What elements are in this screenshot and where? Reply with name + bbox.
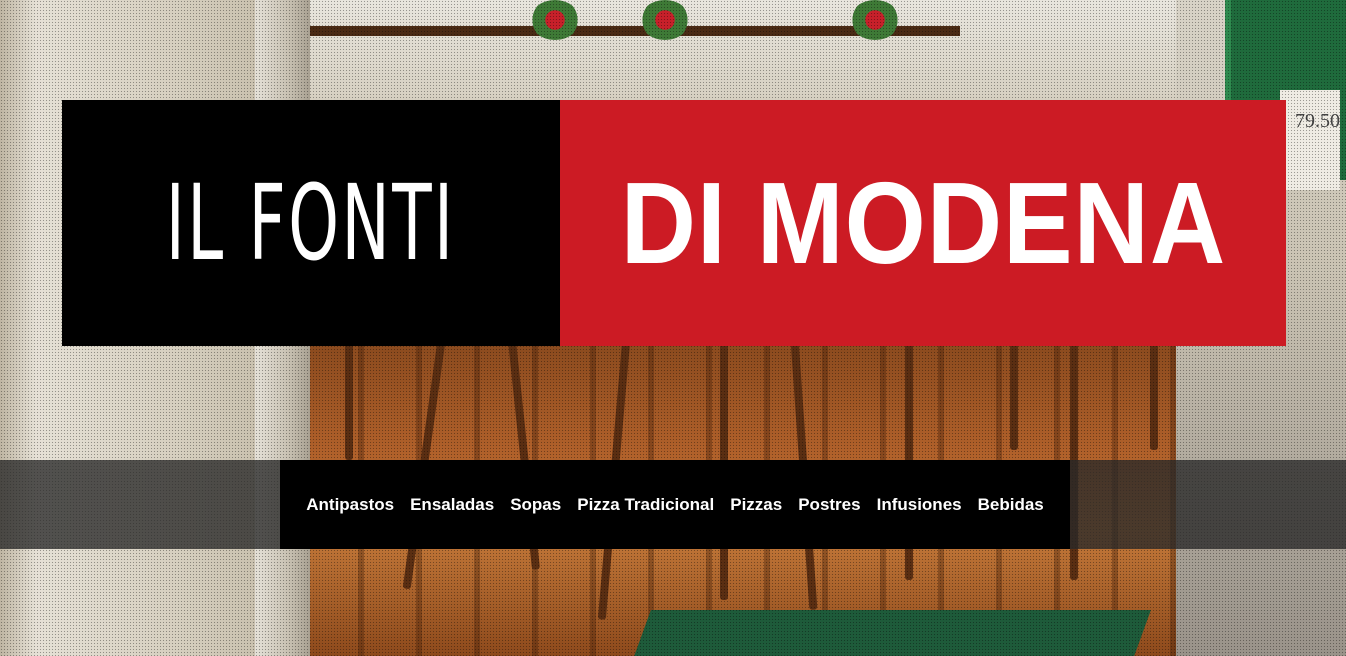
logo-text-di-modena: DI MODENA [620, 158, 1226, 288]
logo-right-panel: DI MODENA [560, 100, 1286, 346]
nav-link-sopas[interactable]: Sopas [510, 495, 561, 515]
background-flowers [850, 0, 900, 40]
background-carpet [629, 610, 1151, 656]
background-menu-board-price: 79.50 [1280, 90, 1340, 190]
main-navigation: Antipastos Ensaladas Sopas Pizza Tradici… [280, 460, 1070, 549]
nav-link-postres[interactable]: Postres [798, 495, 860, 515]
nav-link-pizzas[interactable]: Pizzas [730, 495, 782, 515]
nav-link-bebidas[interactable]: Bebidas [978, 495, 1044, 515]
background-chair-leg [1010, 340, 1018, 450]
nav-link-ensaladas[interactable]: Ensaladas [410, 495, 494, 515]
nav-link-pizza-tradicional[interactable]: Pizza Tradicional [577, 495, 714, 515]
background-flowers [640, 0, 690, 40]
logo-text-il-fonti: IL FONTI [166, 162, 456, 284]
background-chair-leg [1150, 340, 1158, 450]
nav-link-antipastos[interactable]: Antipastos [306, 495, 394, 515]
background-flowers [530, 0, 580, 40]
page: 79.50 IL FONTI DI MODENA Antipastos Ensa… [0, 0, 1346, 656]
site-logo-banner: IL FONTI DI MODENA [62, 100, 1286, 346]
background-chair-leg [345, 340, 353, 460]
logo-left-panel: IL FONTI [62, 100, 560, 346]
nav-link-infusiones[interactable]: Infusiones [877, 495, 962, 515]
